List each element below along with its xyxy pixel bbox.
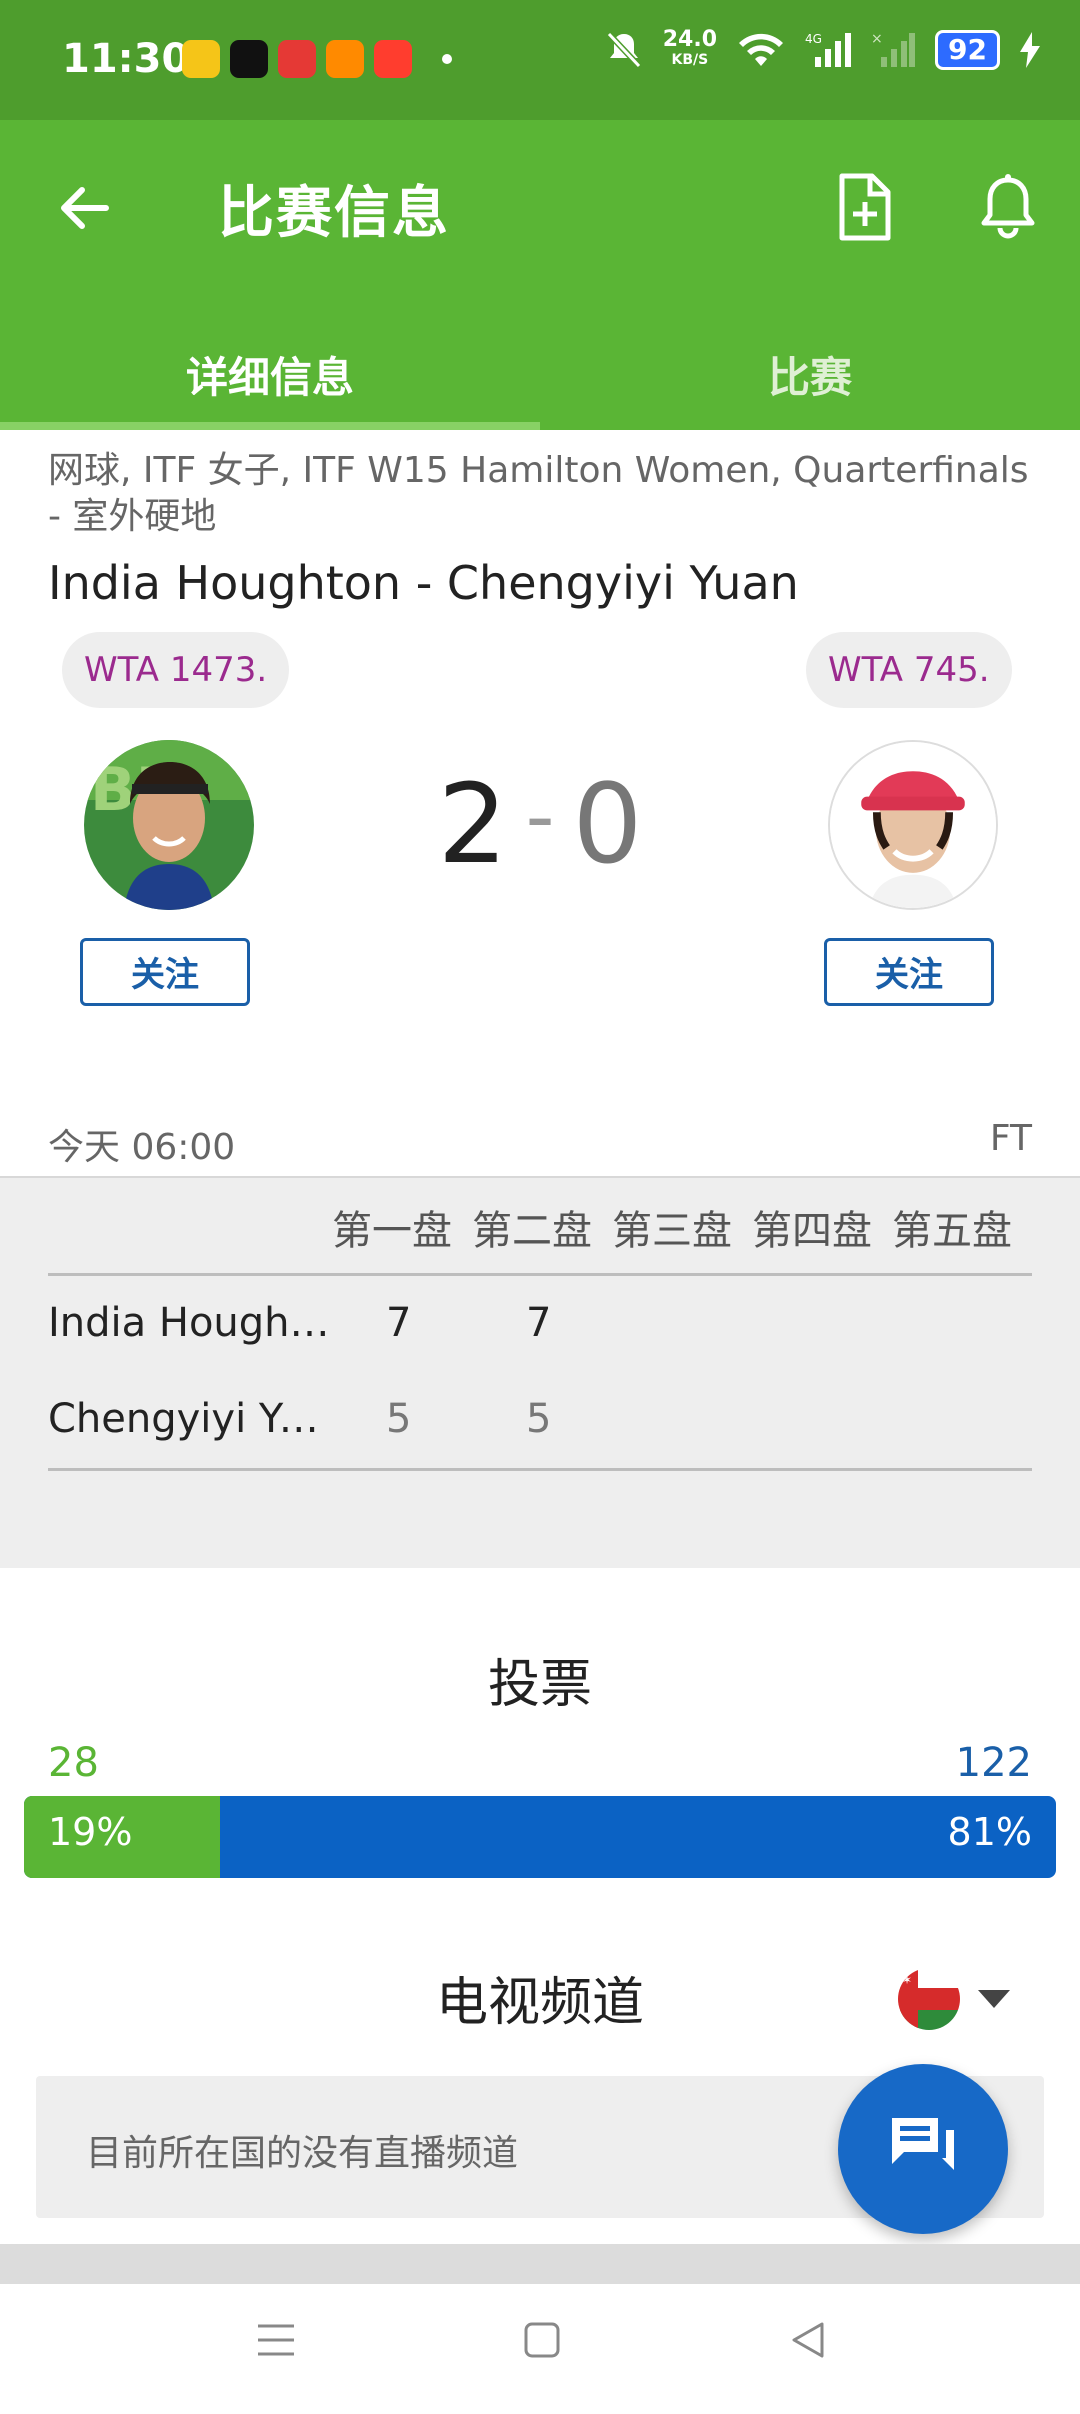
sets-table: 第一盘 第二盘 第三盘 第四盘 第五盘 India Houghton 7 7 C… bbox=[0, 1176, 1080, 1568]
notification-icons bbox=[182, 40, 452, 78]
set-row-home-score-1: 7 bbox=[386, 1300, 412, 1346]
follow-away-button[interactable]: 关注 bbox=[824, 938, 994, 1006]
network-speed: 24.0 KB/S bbox=[662, 27, 718, 69]
status-bar: 11:30 24.0 KB/S 4G × 92 bbox=[0, 0, 1080, 120]
away-rank-badge: WTA 745. bbox=[806, 632, 1012, 708]
signal-sim2-icon: × bbox=[871, 31, 916, 67]
tiktok-icon bbox=[230, 40, 268, 78]
vote-home-percent: 19% bbox=[48, 1810, 133, 1854]
toutiao-icon bbox=[278, 40, 316, 78]
match-meta: 网球, ITF 女子, ITF W15 Hamilton Women, Quar… bbox=[48, 450, 1029, 537]
bottom-divider bbox=[0, 2244, 1080, 2284]
tv-no-channel-message: 目前所在国的没有直播频道 bbox=[86, 2133, 519, 2174]
page-title: 比赛信息 bbox=[218, 181, 450, 246]
set-row-away-score-1: 5 bbox=[386, 1396, 412, 1442]
oman-flag-icon[interactable]: ✶ bbox=[898, 1968, 960, 2030]
svg-text:4G: 4G bbox=[805, 32, 822, 46]
sets-top-divider bbox=[0, 1176, 1080, 1178]
score-separator: - bbox=[525, 770, 555, 863]
tab-match[interactable]: 比赛 bbox=[540, 330, 1080, 430]
home-score: 2 bbox=[437, 760, 508, 888]
more-notifications-dot bbox=[442, 54, 452, 64]
svg-text:×: × bbox=[871, 31, 883, 47]
app-bar: 比赛信息 详细信息 比赛 bbox=[0, 120, 1080, 430]
back-arrow-icon[interactable] bbox=[52, 176, 116, 240]
sets-bottom-divider bbox=[48, 1468, 1032, 1471]
set-row-away-score-2: 5 bbox=[526, 1396, 552, 1442]
set-header-2: 第二盘 bbox=[472, 1208, 592, 1254]
status-time: 11:30 bbox=[62, 36, 190, 82]
away-player-avatar[interactable] bbox=[828, 740, 998, 910]
country-dropdown-icon[interactable] bbox=[978, 1990, 1010, 2008]
bell-icon[interactable] bbox=[978, 172, 1038, 242]
vote-away-percent: 81% bbox=[947, 1810, 1032, 1854]
vote-away-count: 122 bbox=[955, 1740, 1032, 1786]
battery-level: 92 bbox=[935, 30, 1000, 70]
menu-icon[interactable] bbox=[256, 2320, 296, 2360]
mute-icon bbox=[606, 31, 641, 69]
set-row-home-score-2: 7 bbox=[526, 1300, 552, 1346]
match-status: FT bbox=[989, 1118, 1032, 1159]
home-square-icon[interactable] bbox=[524, 2320, 560, 2360]
set-header-5: 第五盘 bbox=[892, 1208, 1012, 1254]
home-rank-badge: WTA 1473. bbox=[62, 632, 290, 708]
sets-header-divider bbox=[48, 1273, 1032, 1276]
follow-home-button[interactable]: 关注 bbox=[80, 938, 250, 1006]
wifi-icon bbox=[739, 33, 784, 66]
pinduoduo-icon bbox=[326, 40, 364, 78]
tab-details[interactable]: 详细信息 bbox=[0, 330, 540, 430]
home-player-avatar[interactable]: BU bbox=[84, 740, 254, 910]
signal-4g-icon: 4G bbox=[805, 32, 852, 67]
charging-icon bbox=[1020, 32, 1040, 68]
active-tab-indicator bbox=[0, 422, 540, 430]
chat-fab-button[interactable] bbox=[838, 2064, 1008, 2234]
set-header-4: 第四盘 bbox=[752, 1208, 872, 1254]
match-score: 2-0 bbox=[420, 760, 660, 888]
away-score: 0 bbox=[572, 760, 643, 888]
match-title: India Houghton - Chengyiyi Yuan bbox=[48, 556, 799, 610]
vote-home-count: 28 bbox=[48, 1740, 99, 1786]
set-header-3: 第三盘 bbox=[612, 1208, 732, 1254]
system-nav-bar bbox=[0, 2284, 1080, 2414]
vote-title: 投票 bbox=[487, 1655, 592, 1715]
match-date: 今天 06:00 bbox=[48, 1127, 236, 1168]
weibo-icon bbox=[182, 40, 220, 78]
video-app-icon bbox=[374, 40, 412, 78]
add-document-icon[interactable] bbox=[836, 172, 892, 242]
set-header-1: 第一盘 bbox=[332, 1208, 452, 1254]
vote-bar[interactable]: 19% 81% bbox=[24, 1796, 1056, 1878]
set-row-away-player: Chengyiyi Yuan bbox=[48, 1396, 338, 1442]
chat-icon bbox=[892, 2118, 954, 2170]
back-triangle-icon[interactable] bbox=[788, 2320, 828, 2360]
set-row-home-player: India Houghton bbox=[48, 1300, 338, 1346]
